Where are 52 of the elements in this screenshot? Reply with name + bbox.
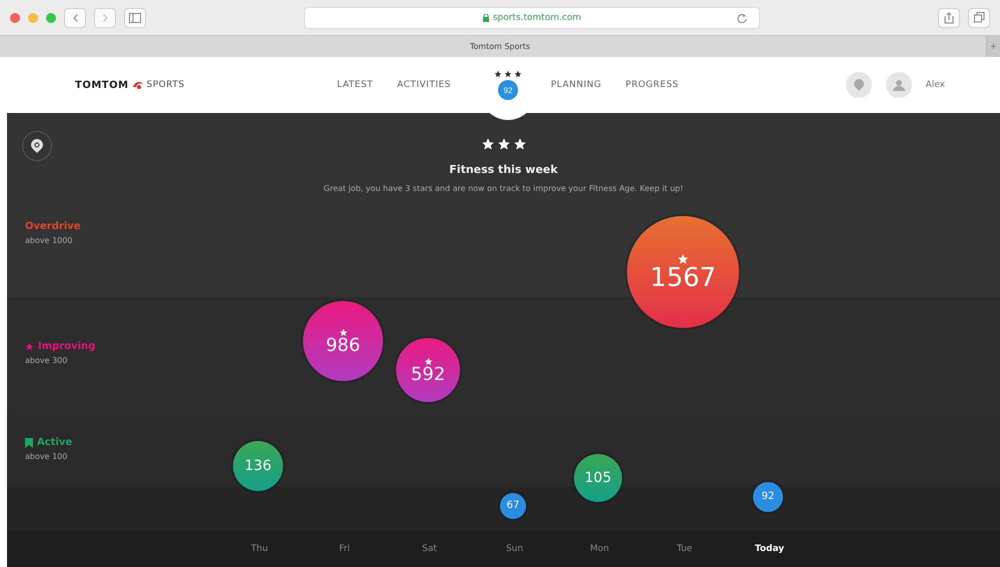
star-icon — [494, 70, 502, 78]
day-label[interactable]: Sat — [387, 544, 472, 554]
day-label[interactable]: Sun — [472, 544, 557, 554]
reload-icon[interactable] — [737, 12, 747, 22]
avatar-button[interactable] — [886, 72, 912, 98]
star-icon — [25, 342, 34, 351]
person-icon — [892, 79, 905, 91]
zone-threshold: above 1000 — [25, 236, 72, 245]
zone-label: Overdrive — [25, 221, 81, 232]
star-icon — [677, 253, 689, 265]
summary-title: Fitness this week — [449, 163, 558, 176]
nav-link[interactable]: PLANNING — [550, 80, 602, 90]
zone-label: Improving — [38, 341, 96, 352]
day-label[interactable]: Tue — [642, 544, 727, 554]
star-icon — [338, 328, 348, 336]
chevron-left-icon — [72, 14, 78, 22]
star-icon — [512, 137, 526, 151]
new-tab-button[interactable]: + — [986, 36, 1000, 57]
window-zoom-button[interactable] — [46, 12, 56, 22]
bookmark-icon — [25, 438, 33, 448]
user-name[interactable]: Alex — [926, 80, 945, 90]
sidebar-button[interactable] — [124, 8, 146, 28]
address-field[interactable]: sports.tomtom.com — [304, 6, 760, 28]
chevron-right-icon — [102, 14, 108, 22]
star-icon — [504, 70, 512, 78]
window-minimize-button[interactable] — [28, 12, 38, 22]
nav-link[interactable]: ACTIVITIES — [397, 80, 451, 90]
nav-link[interactable]: LATEST — [337, 80, 374, 90]
sidebar-icon — [129, 12, 141, 22]
star-icon — [496, 137, 510, 151]
day-label[interactable]: Mon — [557, 544, 642, 554]
summary-message: Great job, you have 3 stars and are now on track to improve your Fitness Age. Keep it up! — [324, 184, 684, 193]
tabs-button[interactable] — [968, 8, 990, 28]
share-icon — [944, 12, 954, 24]
day-label[interactable]: Fri — [302, 544, 387, 554]
forward-button[interactable] — [94, 8, 116, 28]
star-icon — [514, 70, 522, 78]
zone-threshold: above 300 — [25, 356, 68, 365]
day-label[interactable]: Today — [727, 544, 812, 554]
tab-title[interactable]: Tomtom Sports — [470, 42, 530, 51]
back-button[interactable] — [64, 8, 86, 28]
share-button[interactable] — [938, 8, 960, 28]
lock-icon — [482, 14, 489, 22]
brand-logo[interactable]: TOMTOM SPORTS — [75, 80, 325, 90]
window-close-button[interactable] — [10, 12, 20, 22]
zone-label: Active — [37, 437, 72, 448]
day-label[interactable]: Thu — [217, 544, 302, 554]
star-icon — [424, 356, 432, 366]
tabs-icon — [974, 12, 984, 23]
nav-link[interactable]: PROGRESS — [626, 80, 679, 90]
zone-threshold: above 100 — [25, 452, 68, 461]
star-icon — [480, 137, 494, 151]
